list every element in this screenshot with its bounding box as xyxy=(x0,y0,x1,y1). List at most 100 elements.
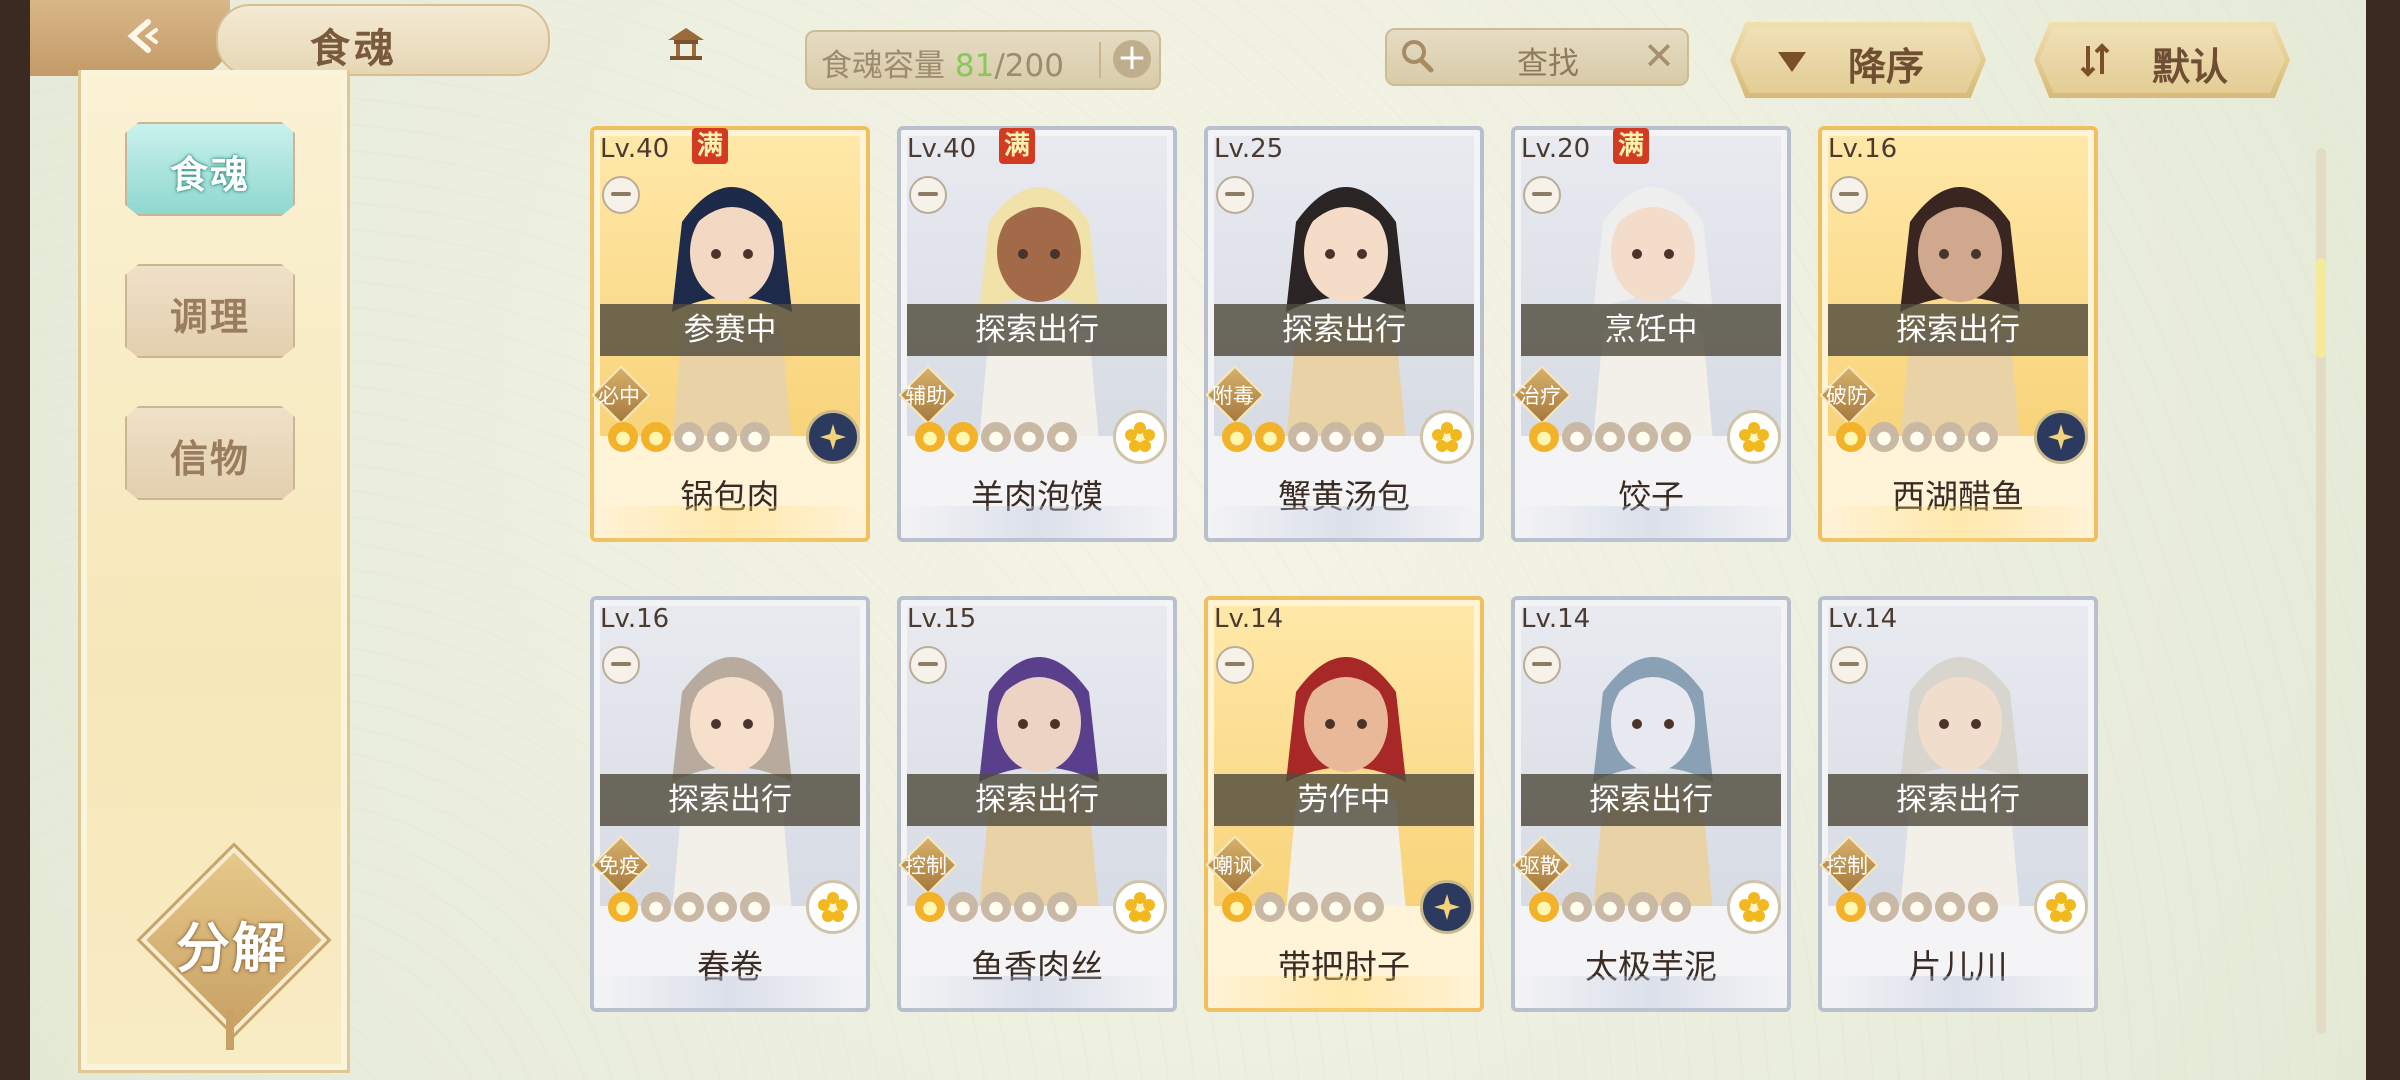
sidebar-item-label: 食魂 xyxy=(169,153,250,197)
pavilion-icon[interactable] xyxy=(666,26,706,60)
capacity-label: 食魂容量 xyxy=(821,48,945,84)
flower-element-icon xyxy=(1113,410,1167,464)
capacity-indicator: 食魂容量 81/200 + xyxy=(805,30,1161,90)
clear-search-icon[interactable]: ✕ xyxy=(1643,34,1675,78)
spirit-card[interactable]: Lv.40 满参赛中 必中 锅包肉 xyxy=(590,126,870,542)
role-label: 附毒 xyxy=(1212,384,1254,408)
spirit-card[interactable]: Lv.20 满烹饪中 治疗 饺子 xyxy=(1511,126,1791,542)
status-banner: 烹饪中 xyxy=(1521,304,1781,356)
rarity-star-icon xyxy=(1321,892,1351,922)
spirit-card[interactable]: Lv.14 探索出行 控制 片儿川 xyxy=(1818,596,2098,1012)
rarity-star-icon xyxy=(1288,422,1318,452)
card-shine xyxy=(897,976,1177,1012)
back-arrow-icon xyxy=(127,19,158,53)
search-icon xyxy=(1402,40,1434,73)
role-badge: 嘲讽 xyxy=(1204,834,1265,895)
rarity-star-icon xyxy=(1354,422,1384,452)
scrollbar-thumb[interactable] xyxy=(2316,258,2326,358)
rarity-stars xyxy=(1529,892,1709,924)
spirit-card[interactable]: Lv.14 探索出行 驱散 太极芋泥 xyxy=(1511,596,1791,1012)
rarity-star-icon xyxy=(1628,892,1658,922)
card-shine xyxy=(590,976,870,1012)
status-banner: 参赛中 xyxy=(600,304,860,356)
rarity-star-icon xyxy=(915,892,945,922)
capacity-text: 食魂容量 81/200 xyxy=(821,40,1064,85)
scrollbar[interactable] xyxy=(2316,148,2326,1034)
sort-mode-button[interactable]: 默认 xyxy=(2034,22,2290,98)
level-label: Lv.16 xyxy=(1828,134,1898,164)
capacity-divider xyxy=(1099,42,1101,78)
rarity-star-icon xyxy=(1529,892,1559,922)
spirit-card[interactable]: Lv.15 探索出行 控制 鱼香肉丝 xyxy=(897,596,1177,1012)
capacity-max: 200 xyxy=(1004,48,1064,84)
right-bezel xyxy=(2366,0,2400,1080)
spirit-card[interactable]: Lv.40 满探索出行 辅助 羊肉泡馍 xyxy=(897,126,1177,542)
sort-mode-label: 默认 xyxy=(2152,45,2229,89)
spirit-list-screen: 食魂 食魂容量 81/200 + 查找 ✕ 降序 默认 食魂 调理 信物 分解 … xyxy=(30,0,2366,1080)
rarity-star-icon xyxy=(674,892,704,922)
rarity-star-icon xyxy=(641,892,671,922)
sidebar-item-spirits[interactable]: 食魂 xyxy=(125,122,295,216)
level-label: Lv.15 xyxy=(907,604,977,634)
flower-element-icon xyxy=(1727,410,1781,464)
spirit-card[interactable]: Lv.25 探索出行 附毒 蟹黄汤包 xyxy=(1204,126,1484,542)
decompose-label: 分解 xyxy=(176,917,288,980)
rarity-star-icon xyxy=(1562,892,1592,922)
role-label: 驱散 xyxy=(1519,854,1561,878)
card-shine xyxy=(1511,976,1791,1012)
card-shine xyxy=(590,506,870,542)
role-badge: 控制 xyxy=(897,834,958,895)
card-shine xyxy=(1818,976,2098,1012)
rarity-star-icon xyxy=(608,892,638,922)
rarity-star-icon xyxy=(1047,422,1077,452)
rarity-star-icon xyxy=(1014,422,1044,452)
header-bar: 食魂 xyxy=(30,0,704,76)
bowl-icon xyxy=(1216,176,1254,214)
star-element-icon xyxy=(1420,880,1474,934)
role-label: 控制 xyxy=(905,854,947,878)
capacity-current: 81 xyxy=(954,48,995,84)
rarity-star-icon xyxy=(1902,422,1932,452)
sidebar-item-training[interactable]: 调理 xyxy=(125,264,295,358)
level-label: Lv.16 xyxy=(600,604,670,634)
bowl-icon xyxy=(1523,646,1561,684)
role-badge: 免疫 xyxy=(590,834,651,895)
level-label: Lv.25 xyxy=(1214,134,1284,164)
decompose-button[interactable]: 分解 xyxy=(140,846,328,1050)
rarity-star-icon xyxy=(1836,422,1866,452)
rarity-star-icon xyxy=(948,892,978,922)
sort-arrows-icon xyxy=(2080,43,2110,77)
back-button[interactable] xyxy=(30,0,230,76)
search-box[interactable]: 查找 ✕ xyxy=(1385,28,1689,86)
level-label: Lv.40 xyxy=(600,134,670,164)
rarity-stars xyxy=(1836,422,2016,454)
status-banner: 探索出行 xyxy=(1828,304,2088,356)
role-badge: 必中 xyxy=(590,364,651,425)
spirit-card[interactable]: Lv.16 探索出行 免疫 春卷 xyxy=(590,596,870,1012)
rarity-star-icon xyxy=(1255,422,1285,452)
rarity-star-icon xyxy=(1222,892,1252,922)
rarity-star-icon xyxy=(948,422,978,452)
rarity-star-icon xyxy=(1354,892,1384,922)
rarity-star-icon xyxy=(674,422,704,452)
spirit-card[interactable]: Lv.16 探索出行 破防 西湖醋鱼 xyxy=(1818,126,2098,542)
rarity-star-icon xyxy=(1288,892,1318,922)
level-label: Lv.14 xyxy=(1828,604,1898,634)
flower-element-icon xyxy=(2034,880,2088,934)
role-label: 治疗 xyxy=(1519,384,1561,408)
rarity-star-icon xyxy=(707,422,737,452)
expand-capacity-button[interactable]: + xyxy=(1113,40,1151,78)
card-shine xyxy=(1204,506,1484,542)
rarity-star-icon xyxy=(1968,422,1998,452)
rarity-star-icon xyxy=(1255,892,1285,922)
title-pill: 食魂 xyxy=(216,4,704,76)
bowl-icon xyxy=(1830,646,1868,684)
sort-order-button[interactable]: 降序 xyxy=(1730,22,1986,98)
flower-element-icon xyxy=(1113,880,1167,934)
status-banner: 探索出行 xyxy=(907,304,1167,356)
rarity-star-icon xyxy=(740,422,770,452)
sidebar-item-tokens[interactable]: 信物 xyxy=(125,406,295,500)
flower-element-icon xyxy=(806,880,860,934)
bowl-icon xyxy=(602,176,640,214)
spirit-card[interactable]: Lv.14 劳作中 嘲讽 带把肘子 xyxy=(1204,596,1484,1012)
